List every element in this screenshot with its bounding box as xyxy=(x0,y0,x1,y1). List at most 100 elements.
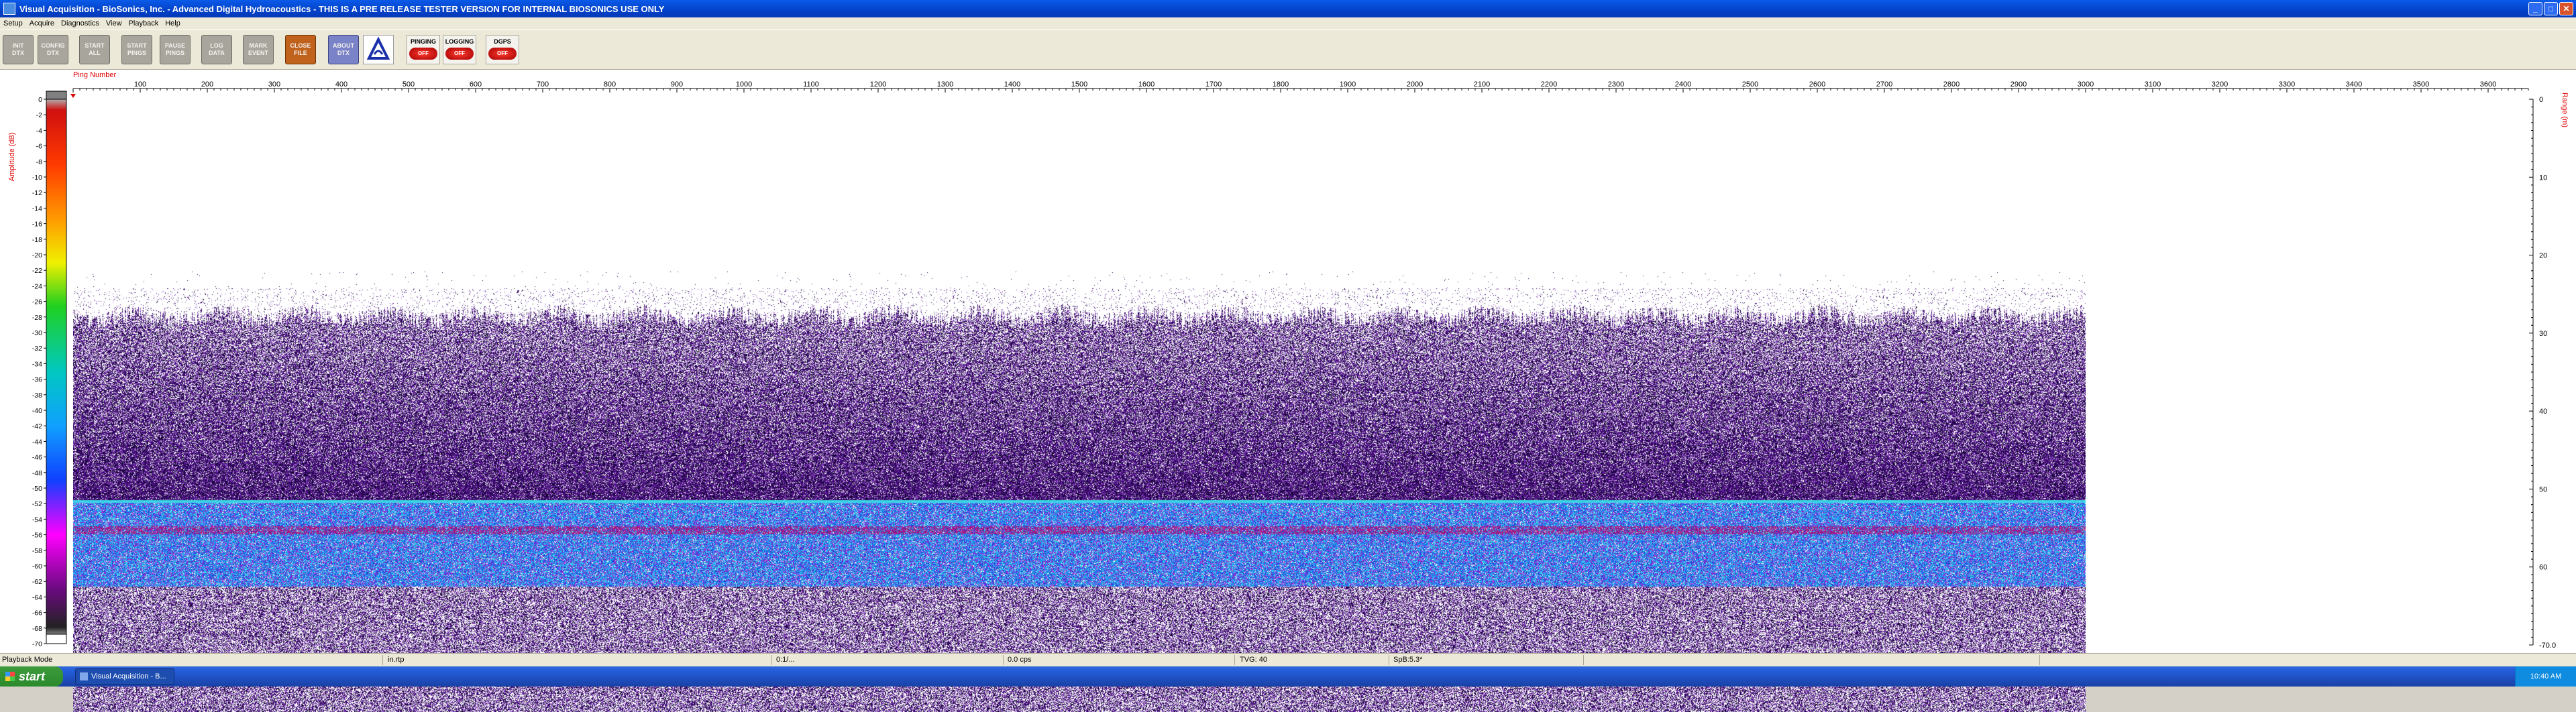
status-tvg: TVG: 40 xyxy=(1240,656,1267,664)
system-tray: 10:40 AM xyxy=(2515,666,2576,687)
log-data-button[interactable]: LOG DATA xyxy=(201,35,232,64)
toolbar: INIT DTX CONFIG DTX START ALL START PINGS PA… xyxy=(0,30,2576,70)
x-tick-label: 1100 xyxy=(803,80,819,88)
amplitude-color-scale: 0 -2 -4 -6 -8 -10 -12 -14 -16 -18 -20 -22 -24 -26 -28 -… xyxy=(32,91,67,648)
status-time: 0:1/... xyxy=(776,656,795,664)
start-button[interactable]: start xyxy=(0,666,63,687)
x-tick-label: 2600 xyxy=(1809,80,1825,88)
x-tick-label: 3600 xyxy=(2480,80,2496,88)
color-scale-tick-label: -14 xyxy=(32,204,42,213)
color-scale-tick-label: -28 xyxy=(32,314,42,322)
x-tick-label: 700 xyxy=(537,80,549,88)
x-tick-label: 1200 xyxy=(870,80,886,88)
x-tick-label: 1600 xyxy=(1138,80,1155,88)
color-scale-tick-label: -4 xyxy=(36,127,42,135)
x-tick-label: 2700 xyxy=(1876,80,1892,88)
echogram-canvas[interactable] xyxy=(73,162,2086,712)
color-scale-tick-label: -24 xyxy=(32,282,42,290)
x-tick-label: 600 xyxy=(470,80,482,88)
app-icon xyxy=(3,3,15,15)
color-scale-tick-label: -8 xyxy=(36,158,42,166)
x-tick-label: 800 xyxy=(604,80,616,88)
x-tick-label: 3000 xyxy=(2078,80,2094,88)
x-tick-label: 1800 xyxy=(1273,80,1289,88)
menu-setup[interactable]: Setup xyxy=(0,19,26,27)
color-scale-tick-label: -56 xyxy=(32,532,42,540)
x-tick-label: 1900 xyxy=(1340,80,1356,88)
close-file-button[interactable]: CLOSE FILE xyxy=(285,35,316,64)
config-dtx-button[interactable]: CONFIG DTX xyxy=(38,35,68,64)
title-bar: Visual Acquisition - BioSonics, Inc. - A… xyxy=(0,0,2576,17)
dgps-indicator: DGPS OFF xyxy=(486,35,519,64)
x-tick-label: 3100 xyxy=(2145,80,2161,88)
status-rate: 0.0 cps xyxy=(1008,656,1032,664)
color-scale-tick-label: -30 xyxy=(32,329,42,337)
color-scale-tick-label: -20 xyxy=(32,251,42,259)
ping-cursor-marker[interactable] xyxy=(70,94,76,98)
color-scale-tick-label: -22 xyxy=(32,267,42,275)
y-axis-title: Range (m) xyxy=(2561,93,2569,127)
maximize-button[interactable]: □ xyxy=(2544,2,2558,15)
color-scale-tick-label: -62 xyxy=(32,578,42,586)
app-icon xyxy=(80,672,88,680)
clock: 10:40 AM xyxy=(2530,672,2562,680)
x-tick-label: 1400 xyxy=(1004,80,1020,88)
x-tick-label: 3500 xyxy=(2413,80,2429,88)
biosonics-logo-icon xyxy=(363,35,394,64)
color-scale-tick-label: -58 xyxy=(32,547,42,555)
color-scale-tick-label: -18 xyxy=(32,236,42,244)
color-scale-tick-label: -60 xyxy=(32,562,42,571)
start-pings-button[interactable]: START PINGS xyxy=(121,35,152,64)
color-scale-tick-label: -26 xyxy=(32,298,42,306)
status-file: in.rtp xyxy=(388,656,405,664)
init-dtx-button[interactable]: INIT DTX xyxy=(3,35,34,64)
about-dtx-button[interactable]: ABOUT DTX xyxy=(328,35,359,64)
menu-playback[interactable]: Playback xyxy=(125,19,162,27)
start-all-button[interactable]: START ALL xyxy=(79,35,110,64)
x-tick-label: 1000 xyxy=(736,80,752,88)
menu-view[interactable]: View xyxy=(103,19,125,27)
menu-acquire[interactable]: Acquire xyxy=(26,19,58,27)
color-scale-tick-label: -12 xyxy=(32,189,42,197)
y-tick-label: 20 xyxy=(2539,252,2547,260)
color-scale-title: Amplitude (dB) xyxy=(8,133,16,182)
x-tick-label: 1500 xyxy=(1071,80,1087,88)
color-scale-tick-label: -6 xyxy=(36,143,42,151)
y-tick-label: 0 xyxy=(2539,96,2543,104)
x-tick-label: 500 xyxy=(402,80,415,88)
x-tick-label: 100 xyxy=(134,80,146,88)
x-axis-title: Ping Number xyxy=(73,71,117,79)
menu-diagnostics[interactable]: Diagnostics xyxy=(58,19,103,27)
taskbar-item-visual-acquisition[interactable]: Visual Acquisition - B... xyxy=(75,668,174,685)
x-tick-label: 2300 xyxy=(1608,80,1624,88)
close-window-button[interactable]: ✕ xyxy=(2559,2,2573,15)
x-tick-label: 3400 xyxy=(2346,80,2362,88)
x-tick-label: 1300 xyxy=(937,80,953,88)
status-bar: Playback Mode in.rtp 0:1/... 0.0 cps TVG… xyxy=(0,653,2576,667)
color-scale-tick-label: -64 xyxy=(32,593,42,601)
x-tick-label: 300 xyxy=(268,80,280,88)
x-tick-label: 3200 xyxy=(2212,80,2228,88)
color-scale-tick-label: -38 xyxy=(32,392,42,400)
x-tick-label: 2800 xyxy=(1943,80,1960,88)
minimize-button[interactable]: _ xyxy=(2528,2,2542,15)
mark-event-button[interactable]: MARK EVENT xyxy=(243,35,274,64)
windows-flag-icon xyxy=(5,672,15,681)
color-scale-tick-label: -10 xyxy=(32,174,42,182)
echogram-panel[interactable]: Ping Number Amplitude (dB) Range (m) 100… xyxy=(0,70,2576,712)
menu-help[interactable]: Help xyxy=(162,19,184,27)
logging-indicator: LOGGING OFF xyxy=(443,35,476,64)
x-tick-label: 2000 xyxy=(1407,80,1423,88)
pause-pings-button[interactable]: PAUSE PINGS xyxy=(160,35,191,64)
x-tick-label: 2200 xyxy=(1541,80,1557,88)
y-tick-label: 60 xyxy=(2539,564,2547,572)
color-scale-tick-label: -44 xyxy=(32,438,42,446)
x-tick-label: 400 xyxy=(335,80,347,88)
y-tick-label: 30 xyxy=(2539,330,2547,338)
status-spb: SpB:5.3* xyxy=(1393,656,1423,664)
color-scale-tick-label: -2 xyxy=(36,111,42,119)
color-scale-tick-label: 0 xyxy=(38,96,42,104)
x-tick-label: 200 xyxy=(201,80,213,88)
x-tick-label: 3300 xyxy=(2279,80,2295,88)
y-tick-label: -70.0 xyxy=(2539,642,2556,650)
